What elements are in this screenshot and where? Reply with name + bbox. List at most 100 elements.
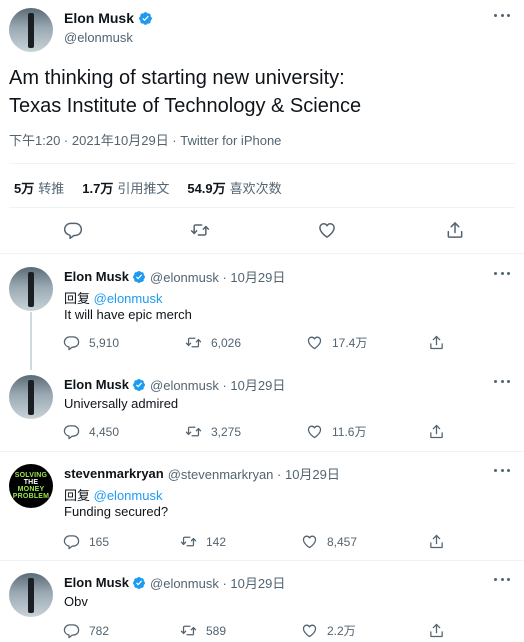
- author-name[interactable]: Elon Musk: [64, 10, 134, 26]
- reply-icon[interactable]: [63, 220, 83, 240]
- retweet-icon[interactable]: [190, 220, 210, 240]
- like-button[interactable]: 11.6万: [306, 423, 366, 440]
- reply-text: Obv: [64, 594, 88, 609]
- like-button[interactable]: 2.2万: [301, 622, 356, 639]
- reply-count: 4,450: [89, 424, 120, 439]
- more-options-icon[interactable]: [494, 578, 510, 582]
- author-handle[interactable]: @elonmusk · 10月29日: [150, 267, 285, 286]
- retweet-icon: [185, 423, 202, 440]
- share-button[interactable]: [428, 423, 454, 440]
- author-name[interactable]: Elon Musk: [64, 377, 129, 392]
- reply-button[interactable]: 782: [63, 622, 109, 639]
- author-name[interactable]: Elon Musk: [64, 269, 129, 284]
- retweet-button[interactable]: 142: [180, 533, 226, 550]
- replying-to: 回复 @elonmusk: [64, 488, 163, 503]
- reply-tweet[interactable]: Elon Musk @elonmusk · 10月29日 回复 @elonmus…: [0, 255, 524, 365]
- avatar[interactable]: [9, 8, 53, 52]
- replying-to-link[interactable]: @elonmusk: [94, 291, 163, 306]
- more-options-icon[interactable]: [494, 272, 510, 276]
- tweet-source[interactable]: Twitter for iPhone: [180, 133, 281, 148]
- like-count: 8,457: [327, 534, 358, 549]
- quote-count-stat[interactable]: 1.7万 引用推文: [82, 178, 169, 197]
- like-icon: [306, 423, 323, 440]
- reply-header: Elon Musk @elonmusk · 10月29日: [64, 573, 285, 592]
- like-icon: [301, 533, 318, 550]
- reply-header: Elon Musk @elonmusk · 10月29日: [64, 267, 285, 286]
- retweet-count: 3,275: [211, 424, 242, 439]
- divider: [0, 253, 524, 254]
- like-icon[interactable]: [317, 220, 337, 240]
- author-name[interactable]: stevenmarkryan: [64, 466, 164, 481]
- reply-header: Elon Musk @elonmusk · 10月29日: [64, 375, 285, 394]
- like-count: 11.6万: [332, 425, 367, 439]
- author-handle[interactable]: @elonmusk · 10月29日: [150, 375, 285, 394]
- like-count-stat[interactable]: 54.9万 喜欢次数: [187, 178, 281, 197]
- retweet-count: 589: [206, 623, 227, 638]
- verified-badge-icon: [138, 11, 153, 26]
- reply-button[interactable]: 4,450: [63, 423, 119, 440]
- tweet-text-line: Texas Institute of Technology & Science: [9, 95, 362, 117]
- reply-tweet[interactable]: Elon Musk @elonmusk · 10月29日 Obv 782 589…: [0, 561, 524, 642]
- avatar-logo: SOLVING THE MONEY PROBLEM: [12, 472, 50, 500]
- reply-count: 782: [89, 623, 110, 638]
- share-icon: [428, 423, 445, 440]
- more-options-icon[interactable]: [494, 14, 510, 18]
- like-count: 2.2万: [327, 624, 356, 638]
- tweet-stats: 5万 转推 1.7万 引用推文 54.9万 喜欢次数: [14, 178, 282, 197]
- reply-text: It will have epic merch: [64, 307, 192, 322]
- retweet-count: 142: [206, 534, 227, 549]
- reply-tweet[interactable]: Elon Musk @elonmusk · 10月29日 Universally…: [0, 363, 524, 453]
- reply-action-bar: 165 142 8,457: [0, 533, 524, 551]
- like-button[interactable]: 17.4万: [306, 334, 367, 351]
- tweet-timestamp[interactable]: 下午1:20 · 2021年10月29日 ·: [9, 133, 180, 148]
- author-handle[interactable]: @elonmusk: [64, 30, 133, 45]
- reply-icon: [63, 334, 80, 351]
- main-tweet: Elon Musk @elonmusk Am thinking of start…: [0, 0, 524, 255]
- verified-badge-icon: [132, 270, 146, 284]
- author-name[interactable]: Elon Musk: [64, 575, 129, 590]
- like-button[interactable]: 8,457: [301, 533, 357, 550]
- main-action-bar: [0, 220, 524, 242]
- retweet-count-stat[interactable]: 5万 转推: [14, 178, 64, 197]
- reply-text: Universally admired: [64, 396, 179, 411]
- author-handle[interactable]: @stevenmarkryan · 10月29日: [168, 464, 340, 483]
- retweet-icon: [185, 334, 202, 351]
- reply-button[interactable]: 165: [63, 533, 109, 550]
- verified-badge-icon: [132, 576, 146, 590]
- tweet-text: Am thinking of starting new university: …: [9, 64, 509, 120]
- retweet-icon: [180, 533, 197, 550]
- author-name-row[interactable]: Elon Musk: [64, 10, 153, 26]
- author-handle[interactable]: @elonmusk · 10月29日: [150, 573, 285, 592]
- share-button[interactable]: [428, 622, 454, 639]
- share-icon[interactable]: [445, 220, 465, 240]
- share-icon: [428, 533, 445, 550]
- verified-badge-icon: [132, 378, 146, 392]
- avatar[interactable]: [9, 267, 53, 311]
- retweet-icon: [180, 622, 197, 639]
- share-button[interactable]: [428, 533, 454, 550]
- reply-button[interactable]: 5,910: [63, 334, 119, 351]
- reply-count: 165: [89, 534, 110, 549]
- divider: [9, 207, 515, 208]
- tweet-text-line: Am thinking of starting new university:: [9, 67, 345, 89]
- avatar[interactable]: SOLVING THE MONEY PROBLEM: [9, 464, 53, 508]
- retweet-button[interactable]: 589: [180, 622, 226, 639]
- reply-action-bar: 5,910 6,026 17.4万: [0, 334, 524, 352]
- reply-icon: [63, 423, 80, 440]
- tweet-meta: 下午1:20 · 2021年10月29日 · Twitter for iPhon…: [9, 130, 281, 149]
- like-icon: [301, 622, 318, 639]
- reply-text: Funding secured?: [64, 504, 169, 519]
- reply-tweet[interactable]: SOLVING THE MONEY PROBLEM stevenmarkryan…: [0, 452, 524, 562]
- share-icon: [428, 334, 445, 351]
- share-button[interactable]: [428, 334, 454, 351]
- replying-to-link[interactable]: @elonmusk: [94, 488, 163, 503]
- retweet-button[interactable]: 3,275: [185, 423, 241, 440]
- reply-icon: [63, 622, 80, 639]
- avatar[interactable]: [9, 375, 53, 419]
- more-options-icon[interactable]: [494, 469, 510, 473]
- retweet-button[interactable]: 6,026: [185, 334, 241, 351]
- more-options-icon[interactable]: [494, 380, 510, 384]
- replying-to: 回复 @elonmusk: [64, 291, 163, 306]
- avatar[interactable]: [9, 573, 53, 617]
- reply-icon: [63, 533, 80, 550]
